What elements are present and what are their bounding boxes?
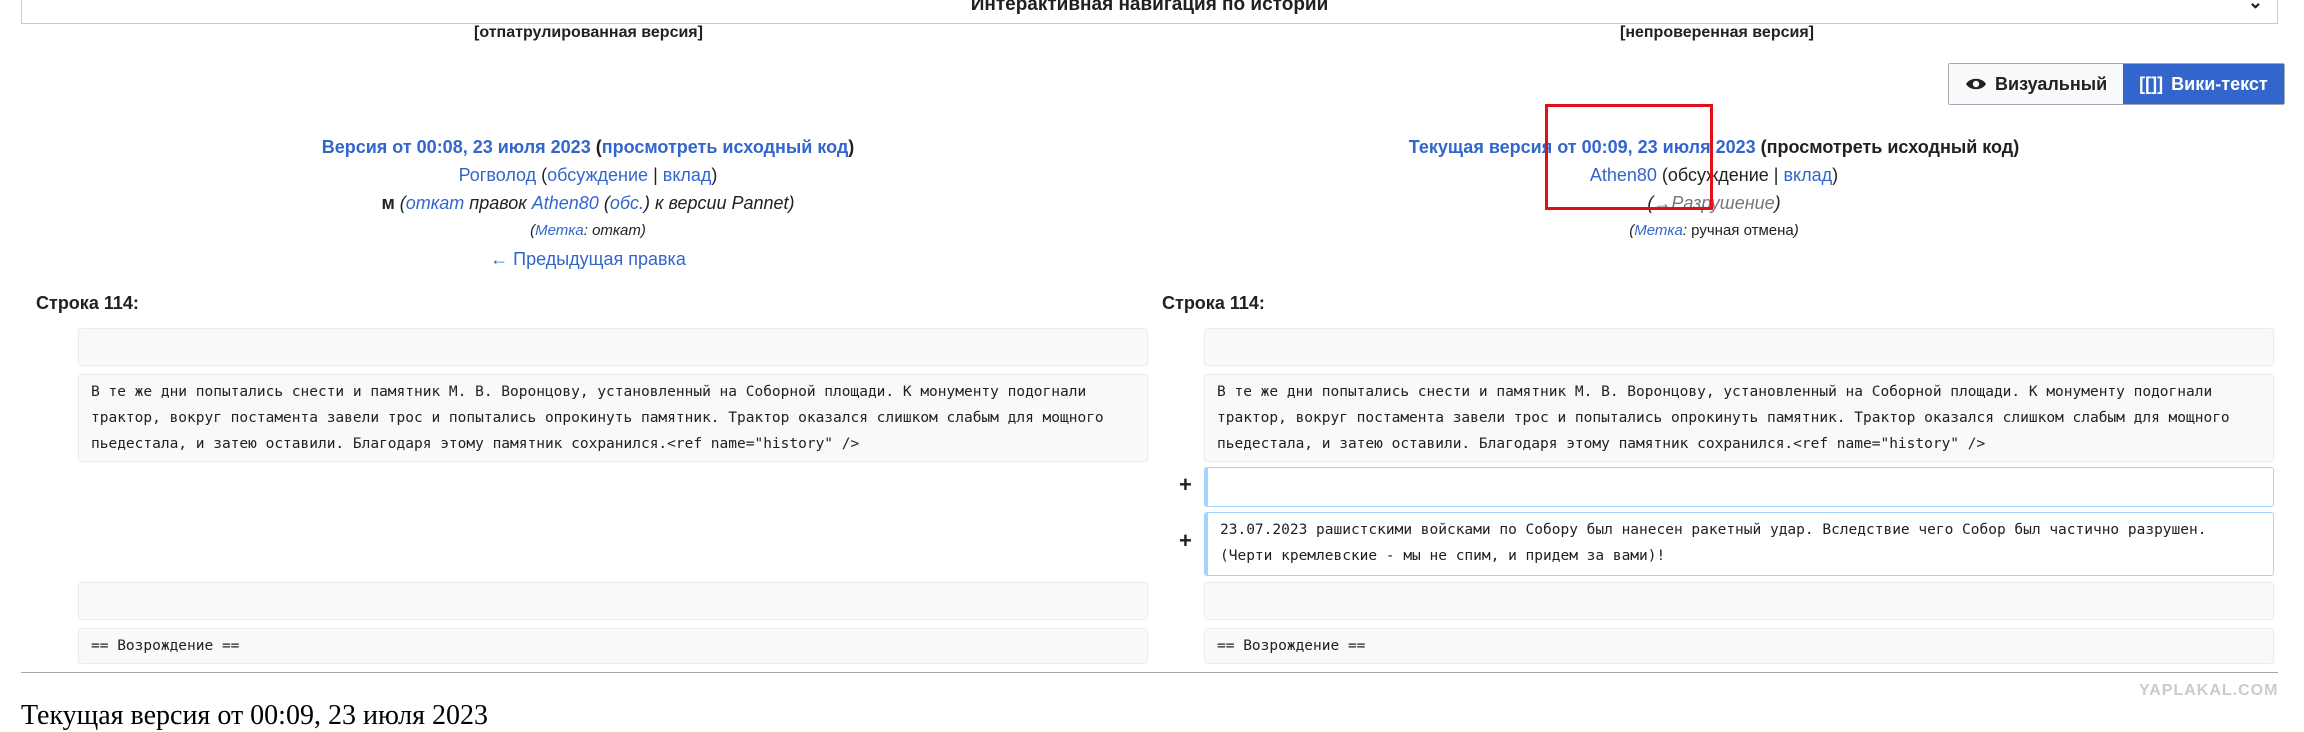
wikitext-icon: [[]]	[2139, 73, 2164, 94]
highlight-box	[1545, 104, 1713, 210]
history-navigation[interactable]: Интерактивная навигация по истории ⌄	[21, 0, 2278, 24]
right-title-line: Текущая версия от 00:09, 23 июля 2023 (п…	[1408, 137, 2020, 157]
right-empty-context-cell-2	[1204, 582, 2274, 620]
left-summary-line: м (откат правок Athen80 (обс.) к версии …	[381, 193, 795, 213]
edit-user-link[interactable]: Athen80	[532, 193, 599, 213]
visual-button[interactable]: Визуальный	[1949, 64, 2124, 104]
left-user-line: Рогволод (обсуждение | вклад)	[458, 165, 718, 185]
minor-edit-marker: м	[381, 193, 395, 213]
rollback-link[interactable]: откат	[406, 193, 465, 213]
left-version-link[interactable]: Версия от 00:08, 23 июля 2023	[322, 137, 591, 157]
left-tag-link[interactable]: Метка	[535, 222, 584, 239]
chevron-down-icon[interactable]: ⌄	[2248, 0, 2263, 13]
added-marker: +	[1179, 472, 1192, 497]
left-section-cell: == Возрождение ==	[78, 628, 1148, 664]
left-line-number: Строка 114:	[36, 293, 139, 313]
left-title-line: Версия от 00:08, 23 июля 2023 (просмотре…	[321, 137, 855, 157]
left-tag-line: (Метка: откат)	[530, 222, 646, 239]
wikitext-button[interactable]: [[]] Вики-текст	[2123, 64, 2284, 104]
right-paragraph-cell: В те же дни попытались снести и памятник…	[1204, 374, 2274, 462]
right-summary-line: (→Разрушение)	[1647, 193, 1781, 213]
left-empty-context-cell-2	[78, 582, 1148, 620]
left-status: [отпатрулированная версия]	[474, 24, 703, 41]
right-tag-line: (Метка: ручная отмена)	[1629, 222, 1799, 239]
added-empty-line	[1204, 467, 2274, 507]
divider	[21, 672, 2278, 673]
right-status: [непроверенная версия]	[1620, 24, 1814, 41]
wikitext-label: Вики-текст	[2171, 73, 2268, 94]
previous-edit-link[interactable]: ← Предыдущая правка	[490, 249, 686, 269]
right-view-source-link[interactable]: просмотреть исходный код	[1767, 137, 2014, 157]
watermark: YAPLAKAL.COM	[2139, 682, 2279, 699]
left-paragraph-cell: В те же дни попытались снести и памятник…	[78, 374, 1148, 462]
left-contrib-link[interactable]: вклад	[663, 165, 712, 185]
prev-edit-line: ← Предыдущая правка	[158, 245, 1018, 273]
edits-of-text: правок	[469, 193, 527, 213]
current-version-heading: Текущая версия от 00:09, 23 июля 2023	[21, 700, 489, 731]
edit-user-talk-link[interactable]: обс.	[610, 193, 644, 213]
left-talk-link[interactable]: обсуждение	[547, 165, 648, 185]
to-version-text: к версии Pannet	[654, 193, 789, 213]
editor-toggle: Визуальный [[]] Вики-текст	[1948, 63, 2285, 105]
right-tag-value: ручная отмена	[1691, 222, 1794, 239]
left-empty-context-cell	[78, 328, 1148, 366]
right-user-line: Athen80 (обсуждение | вклад)	[1589, 165, 1839, 185]
left-view-source-link[interactable]: просмотреть исходный код	[602, 137, 849, 157]
left-version-header: Версия от 00:08, 23 июля 2023 (просмотре…	[158, 133, 1018, 273]
added-marker-2: +	[1179, 528, 1192, 553]
eye-icon	[1966, 78, 1986, 90]
right-tag-link[interactable]: Метка	[1634, 222, 1683, 239]
visual-label: Визуальный	[1995, 73, 2108, 94]
history-navigation-label: Интерактивная навигация по истории	[970, 0, 1329, 15]
right-empty-context-cell	[1204, 328, 2274, 366]
added-text-line: 23.07.2023 рашистскими войсками по Собор…	[1204, 512, 2274, 576]
left-tag-value: откат	[592, 222, 641, 239]
right-version-header: Текущая версия от 00:09, 23 июля 2023 (п…	[1284, 133, 2144, 245]
left-user-link[interactable]: Рогволод	[459, 165, 537, 185]
right-line-number: Строка 114:	[1162, 293, 1265, 313]
right-section-cell: == Возрождение ==	[1204, 628, 2274, 664]
right-contrib-link[interactable]: вклад	[1783, 165, 1832, 185]
